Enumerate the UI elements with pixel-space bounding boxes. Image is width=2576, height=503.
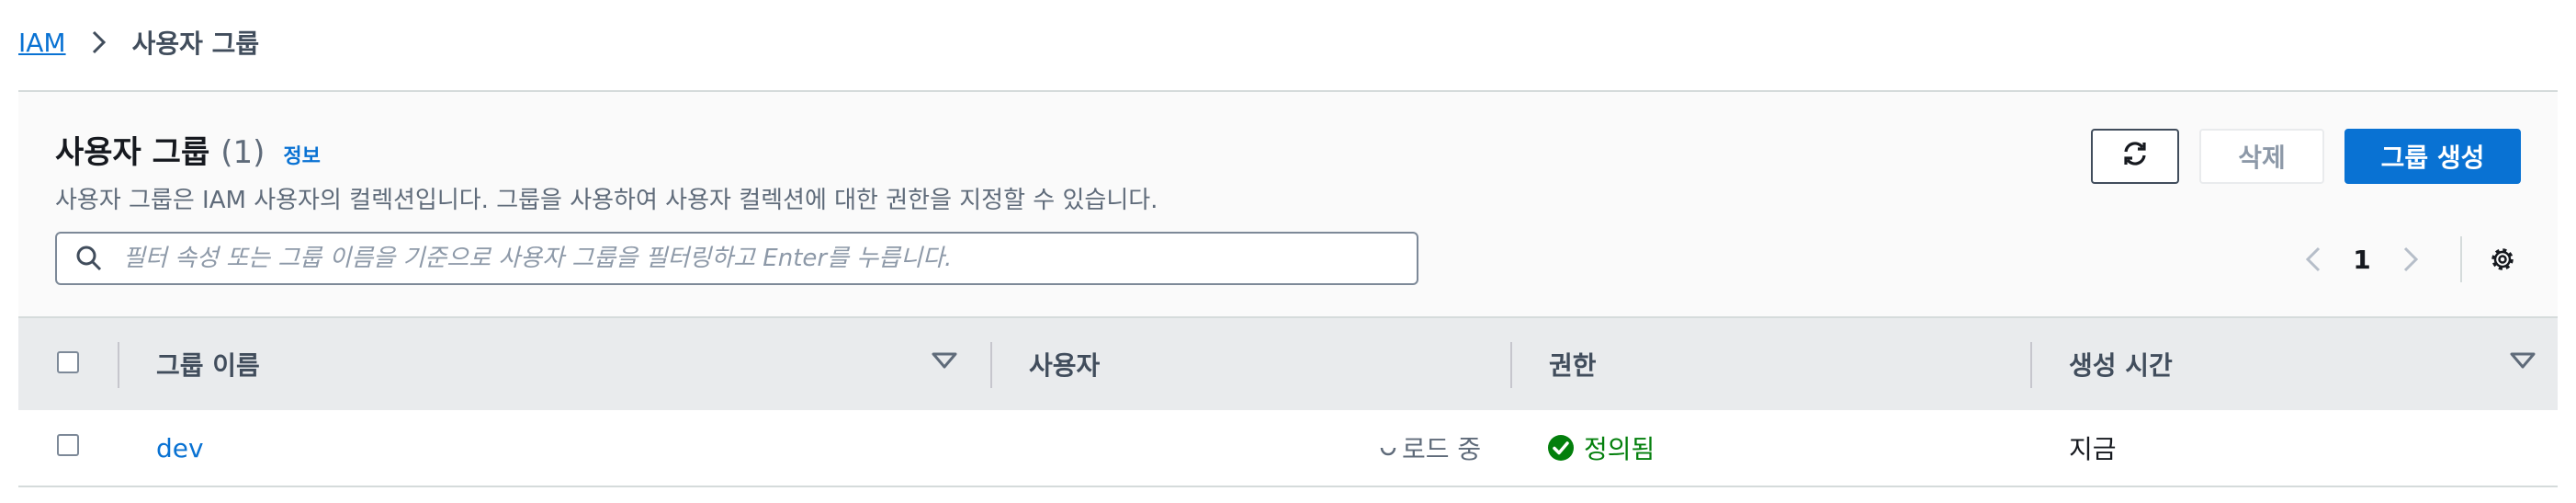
breadcrumb: IAM 사용자 그룹: [18, 22, 259, 63]
column-header-group-name[interactable]: 그룹 이름: [156, 318, 260, 410]
gear-icon[interactable]: [2484, 244, 2521, 275]
loading-spinner-icon: [1378, 438, 1398, 458]
permissions-status: 정의됨: [1584, 434, 1655, 464]
column-divider: [990, 342, 992, 388]
user-groups-panel: 사용자 그룹 (1) 정보 사용자 그룹은 IAM 사용자의 컬렉션입니다. 그…: [18, 90, 2558, 487]
search-icon: [57, 245, 121, 272]
group-name[interactable]: dev: [156, 433, 204, 463]
pagination: 1: [2286, 234, 2521, 285]
filter-field[interactable]: [55, 232, 1418, 285]
column-header-users: 사용자: [1029, 350, 1101, 381]
users-loading-text: 로드 중: [1402, 434, 1482, 464]
group-count: (1): [220, 134, 266, 171]
column-header-created[interactable]: 생성 시간: [2069, 318, 2173, 410]
table-header: 그룹 이름 사용자 권한 생성 시간: [18, 316, 2558, 410]
column-divider: [2030, 342, 2032, 388]
refresh-button[interactable]: [2091, 129, 2179, 184]
users-cell: 로드 중: [1378, 410, 1481, 486]
row-checkbox[interactable]: [57, 434, 79, 456]
delete-button[interactable]: 삭제: [2199, 129, 2324, 184]
table-row: dev 로드 중 정의됨 지금: [18, 410, 2558, 487]
chevron-right-icon: [81, 29, 118, 55]
sort-caret-icon[interactable]: [932, 351, 957, 373]
page-title: 사용자 그룹: [55, 134, 210, 171]
select-all-checkbox[interactable]: [57, 351, 79, 373]
column-divider: [1510, 342, 1512, 388]
created-time: 지금: [2069, 434, 2117, 464]
page-number[interactable]: 1: [2341, 245, 2383, 275]
panel-header: 사용자 그룹 (1) 정보 사용자 그룹은 IAM 사용자의 컬렉션입니다. 그…: [55, 127, 1158, 215]
column-header-permissions: 권한: [1549, 350, 1597, 381]
pagination-divider: [2460, 236, 2462, 282]
success-check-icon: [1547, 434, 1575, 462]
create-group-button[interactable]: 그룹 생성: [2344, 129, 2521, 184]
chevron-left-icon[interactable]: [2286, 246, 2341, 273]
breadcrumb-current: 사용자 그룹: [131, 29, 260, 59]
header-actions: 삭제 그룹 생성: [2091, 129, 2521, 184]
sort-caret-icon[interactable]: [2510, 351, 2536, 373]
group-name-link[interactable]: dev: [156, 410, 204, 486]
breadcrumb-iam-link[interactable]: IAM: [18, 28, 66, 58]
chevron-right-icon[interactable]: [2383, 246, 2438, 273]
filter-input[interactable]: [121, 244, 1402, 273]
panel-description: 사용자 그룹은 IAM 사용자의 컬렉션입니다. 그룹을 사용하여 사용자 컬렉…: [55, 187, 1158, 214]
permissions-cell: 정의됨: [1547, 410, 1655, 486]
column-divider: [118, 342, 119, 388]
info-link[interactable]: 정보: [283, 140, 320, 169]
refresh-icon: [2120, 139, 2150, 175]
